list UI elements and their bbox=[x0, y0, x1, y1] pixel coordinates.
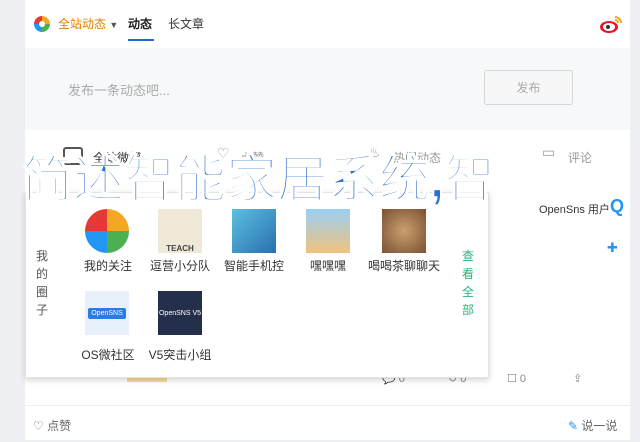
weibo-icon[interactable] bbox=[599, 14, 623, 34]
v5-thumb-text: OpenSNS V5 bbox=[158, 309, 202, 317]
scope-label: 全站动态 bbox=[58, 17, 107, 31]
active-tab-indicator bbox=[128, 39, 154, 41]
circle-label[interactable]: 嘿嘿嘿 bbox=[288, 257, 368, 274]
circle-thumb bbox=[306, 209, 350, 253]
view-all-link[interactable]: 查看全部 bbox=[462, 247, 476, 319]
composer-input[interactable]: 发布一条动态吧... bbox=[68, 80, 170, 99]
circle-item[interactable] bbox=[232, 209, 276, 253]
post-button[interactable]: 发布 bbox=[484, 70, 573, 105]
pencil-icon: ✎ bbox=[568, 419, 579, 433]
circle-item[interactable]: OpenSNS V5 bbox=[158, 291, 202, 335]
like-icon: ♡ bbox=[33, 419, 44, 433]
circle-dropdown-panel: 我的圈子 查看全部 我的关注 TEACH 逗营小分队 智能手机控 嘿嘿嘿 喝喝茶… bbox=[25, 192, 489, 378]
tab-feed[interactable]: 动态 bbox=[128, 16, 152, 32]
chevron-down-icon: ▼ bbox=[109, 20, 119, 30]
circle-label[interactable]: 智能手机控 bbox=[214, 257, 294, 274]
card-repost-count[interactable]: ☐ 0 bbox=[507, 372, 526, 385]
opensns-thumb-text: OpenSNS bbox=[88, 307, 126, 319]
circle-item[interactable]: OpenSNS bbox=[85, 291, 129, 335]
say-button[interactable]: ✎ 说一说 bbox=[568, 417, 617, 434]
say-label: 说一说 bbox=[581, 419, 618, 433]
teach-thumb-text: TEACH bbox=[166, 244, 194, 253]
app-logo-icon bbox=[34, 16, 50, 32]
circle-item[interactable]: TEACH bbox=[158, 209, 202, 253]
follow-icon[interactable]: ✚ bbox=[607, 240, 618, 256]
circle-label[interactable]: OS微社区 bbox=[68, 346, 148, 363]
post-composer: 发布一条动态吧... 发布 bbox=[25, 48, 630, 131]
circle-thumb: TEACH bbox=[158, 209, 202, 253]
circle-label[interactable]: 逗营小分队 bbox=[140, 257, 220, 274]
circle-thumb bbox=[382, 209, 426, 253]
share-icon[interactable]: ⇪ bbox=[573, 372, 582, 385]
circle-item[interactable] bbox=[306, 209, 350, 253]
circle-thumb bbox=[85, 209, 129, 253]
circle-thumb: OpenSNS V5 bbox=[158, 291, 202, 335]
circle-thumb: OpenSNS bbox=[85, 291, 129, 335]
overlay-title: 简述智能家居系统,智 bbox=[21, 150, 496, 209]
bottom-like-label: 点赞 bbox=[47, 419, 72, 433]
circle-label[interactable]: 喝喝茶聊聊天 bbox=[364, 257, 444, 274]
bottom-bar: ♡ 点赞 ✎ 说一说 bbox=[25, 405, 630, 440]
repost-count: 0 bbox=[519, 373, 527, 385]
bottom-like-button[interactable]: ♡ 点赞 bbox=[33, 417, 71, 434]
circle-item[interactable] bbox=[85, 209, 129, 253]
circle-thumb bbox=[232, 209, 276, 253]
circle-label[interactable]: 我的关注 bbox=[68, 257, 148, 274]
my-circles-label: 我的圈子 bbox=[36, 249, 49, 317]
tab-article[interactable]: 长文章 bbox=[168, 16, 204, 32]
circle-item[interactable] bbox=[382, 209, 426, 253]
top-navbar: 全站动态 ▼ 动态 长文章 bbox=[25, 0, 630, 49]
scope-dropdown[interactable]: 全站动态 ▼ bbox=[58, 16, 118, 33]
circle-label[interactable]: V5突击小组 bbox=[140, 346, 220, 363]
